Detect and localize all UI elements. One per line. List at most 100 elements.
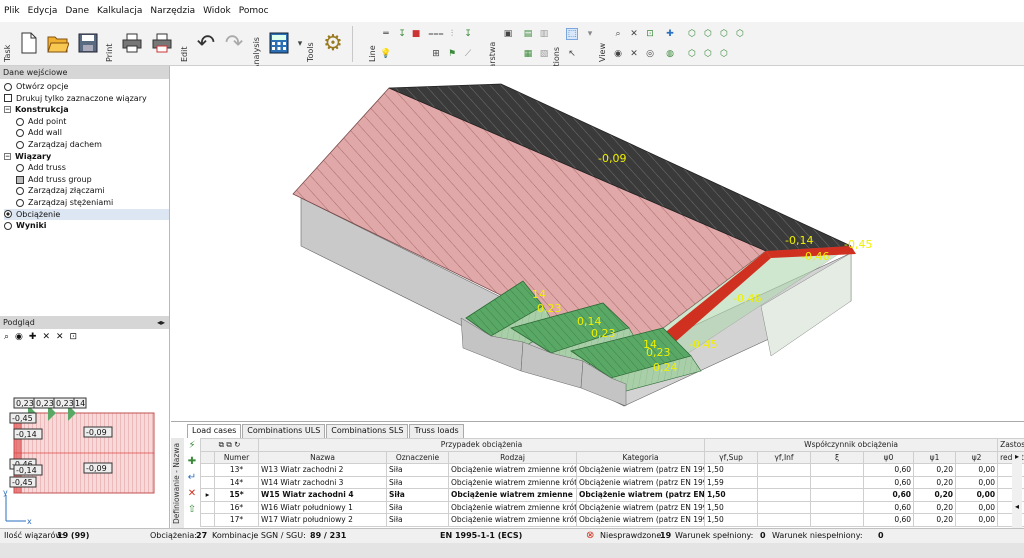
table-row-selected[interactable]: ▸ 15* W15 Wiatr zachodni 4 Siła Obciążenie w… xyxy=(200,488,1024,502)
table-row[interactable]: 14* W14 Wiatr zachodni 3 Siła Obciążenie wi… xyxy=(200,475,1024,489)
cell-category[interactable]: Obciążenie wiatrem (patrz EN 1991 xyxy=(576,463,706,477)
layer-color-icon[interactable]: ■ xyxy=(410,28,422,40)
cell-name[interactable]: W14 Wiatr zachodni 3 xyxy=(258,475,388,489)
cell-psi2[interactable]: 0,00 xyxy=(955,500,999,514)
cell-xi[interactable] xyxy=(810,463,865,477)
3d-viewport[interactable]: -0,09 -0,14 -0,46 -0,45 -0,46 -0,45 14 0… xyxy=(171,66,1024,421)
view-3d-2-icon[interactable]: ⬡ xyxy=(702,28,714,40)
cell-gamma-inf[interactable] xyxy=(757,513,812,527)
cell-psi1[interactable]: 0,20 xyxy=(913,488,957,502)
menu-calc[interactable]: Kalkulacja xyxy=(97,6,142,16)
view-3d-3-icon[interactable]: ⬡ xyxy=(718,28,730,40)
settings-gear-icon[interactable]: ⚙ xyxy=(320,30,346,56)
align-icon[interactable]: ⩶ xyxy=(428,28,443,40)
col-psi2[interactable]: ψ2 xyxy=(955,450,999,464)
tab-load-cases[interactable]: Load cases xyxy=(187,424,242,438)
cell-designation[interactable]: Siła xyxy=(386,500,450,514)
cell-psi2[interactable]: 0,00 xyxy=(955,475,999,489)
cell-gamma-sup[interactable]: 1,50 xyxy=(704,513,759,527)
add-row-icon[interactable]: ✚ xyxy=(184,454,200,470)
table-row[interactable]: 13* W13 Wiatr zachodni 2 Siła Obciążenie wi… xyxy=(200,463,1024,477)
layer-add-icon[interactable]: ▤ xyxy=(522,28,534,40)
calculator-icon[interactable] xyxy=(266,30,292,56)
cell-psi2[interactable]: 0,00 xyxy=(955,463,999,477)
cell-psi1[interactable]: 0,20 xyxy=(913,475,957,489)
cell-number[interactable]: 13* xyxy=(213,463,260,477)
light-bulb-icon[interactable]: 💡 xyxy=(380,48,392,60)
layer-remove-icon[interactable]: ▥ xyxy=(538,28,550,40)
cell-psi1[interactable]: 0,20 xyxy=(913,463,957,477)
tree-icon[interactable]: ⚑ xyxy=(446,48,458,60)
view-3d-6-icon[interactable]: ⬡ xyxy=(702,48,714,60)
tab-combinations-sls[interactable]: Combinations SLS xyxy=(326,424,409,438)
orbit-icon[interactable]: ◍ xyxy=(664,48,676,60)
table-scrollbar[interactable]: ▸ ◂ xyxy=(1012,452,1022,528)
cell-name[interactable]: W17 Wiatr południowy 2 xyxy=(258,513,388,527)
tree-trusses[interactable]: − Wiązary xyxy=(4,151,169,163)
print-icon[interactable] xyxy=(120,30,144,56)
table-row[interactable]: 16* W16 Wiatr południowy 1 Siła Obciążenie … xyxy=(200,500,1024,514)
collapse-icon[interactable]: − xyxy=(4,152,11,160)
distribute-icon[interactable]: ⫶ xyxy=(446,28,458,40)
zoom-window-icon[interactable]: ⊡ xyxy=(644,28,656,40)
tree-results[interactable]: Wyniki xyxy=(4,220,169,232)
col-designation[interactable]: Oznaczenie xyxy=(386,450,450,464)
tree-manage-roof[interactable]: Zarządzaj dachem xyxy=(4,139,169,151)
calc-dropdown-icon[interactable]: ▾ xyxy=(294,38,306,50)
save-icon[interactable] xyxy=(76,30,100,56)
pan-icon[interactable]: ✕ xyxy=(628,48,640,60)
rotate-icon[interactable]: ◎ xyxy=(644,48,656,60)
select-pointer-icon[interactable]: ↖ xyxy=(566,48,578,60)
cell-gamma-sup[interactable]: 1,50 xyxy=(704,488,759,502)
cell-psi1[interactable]: 0,20 xyxy=(913,500,957,514)
tree-manage-bracing[interactable]: Zarządzaj stężeniami xyxy=(4,197,169,209)
arrow-down-icon[interactable]: ↧ xyxy=(462,28,474,40)
tree-add-wall[interactable]: Add wall xyxy=(4,127,169,139)
menu-edit[interactable]: Edycja xyxy=(28,6,58,16)
cell-category[interactable]: Obciążenie wiatrem (patrz EN 1991 xyxy=(576,500,706,514)
slope-icon[interactable]: ⟋ xyxy=(462,48,474,60)
cell-gamma-sup[interactable]: 1,59 xyxy=(704,475,759,489)
building-model[interactable]: -0,09 -0,14 -0,46 -0,45 -0,46 -0,45 14 0… xyxy=(171,66,1024,421)
col-gamma-inf[interactable]: γf,Inf xyxy=(757,450,812,464)
cell-category[interactable]: Obciążenie wiatrem (patrz EN 1991 xyxy=(576,475,706,489)
col-category[interactable]: Kategoria xyxy=(576,450,706,464)
cell-psi1[interactable]: 0,20 xyxy=(913,513,957,527)
cell-type[interactable]: Obciążenie wiatrem zmienne krót xyxy=(448,488,578,502)
paste-icon[interactable]: ⧉ xyxy=(226,440,231,449)
preview-fit-icon[interactable]: ✕ xyxy=(42,332,50,342)
cell-gamma-sup[interactable]: 1,50 xyxy=(704,463,759,477)
cell-designation[interactable]: Siła xyxy=(386,488,450,502)
preview-eye-icon[interactable]: ◉ xyxy=(15,332,23,342)
col-number[interactable]: Numer xyxy=(213,450,260,464)
cell-designation[interactable]: Siła xyxy=(386,513,450,527)
cell-psi2[interactable]: 0,00 xyxy=(955,488,999,502)
lightning-icon[interactable]: ⚡ xyxy=(184,438,200,454)
col-psi0[interactable]: ψ0 xyxy=(863,450,915,464)
col-psi1[interactable]: ψ1 xyxy=(913,450,957,464)
cell-xi[interactable] xyxy=(810,488,865,502)
line-tool-icon[interactable]: ═ xyxy=(380,28,392,40)
cell-gamma-sup[interactable]: 1,50 xyxy=(704,500,759,514)
tree-add-truss-group[interactable]: Add truss group xyxy=(4,174,169,186)
copy-icon[interactable]: ⧉ xyxy=(219,440,224,449)
view-3d-1-icon[interactable]: ⬡ xyxy=(686,28,698,40)
preview-window-icon[interactable]: ⊡ xyxy=(70,332,78,342)
tree-construction[interactable]: − Konstrukcja xyxy=(4,104,169,116)
cell-gamma-inf[interactable] xyxy=(757,475,812,489)
open-folder-icon[interactable] xyxy=(46,30,70,56)
col-name[interactable]: Nazwa xyxy=(258,450,388,464)
cell-name[interactable]: W15 Wiatr zachodni 4 xyxy=(258,488,388,502)
cell-category[interactable]: Obciążenie wiatrem (patrz EN 1991 xyxy=(576,513,706,527)
cell-psi0[interactable]: 0,60 xyxy=(863,475,915,489)
view-3d-5-icon[interactable]: ⬡ xyxy=(686,48,698,60)
cell-name[interactable]: W16 Wiatr południowy 1 xyxy=(258,500,388,514)
cell-designation[interactable]: Siła xyxy=(386,475,450,489)
table-row[interactable]: 17* W17 Wiatr południowy 2 Siła Obciążenie … xyxy=(200,513,1024,527)
preview-pan-icon[interactable]: ✕ xyxy=(56,332,64,342)
panel-toggle-icon[interactable]: ◂▸ xyxy=(157,316,165,329)
tab-combinations-uls[interactable]: Combinations ULS xyxy=(242,424,326,438)
cell-designation[interactable]: Siła xyxy=(386,463,450,477)
cell-type[interactable]: Obciążenie wiatrem zmienne krótko xyxy=(448,513,578,527)
col-xi[interactable]: ξ xyxy=(810,450,865,464)
